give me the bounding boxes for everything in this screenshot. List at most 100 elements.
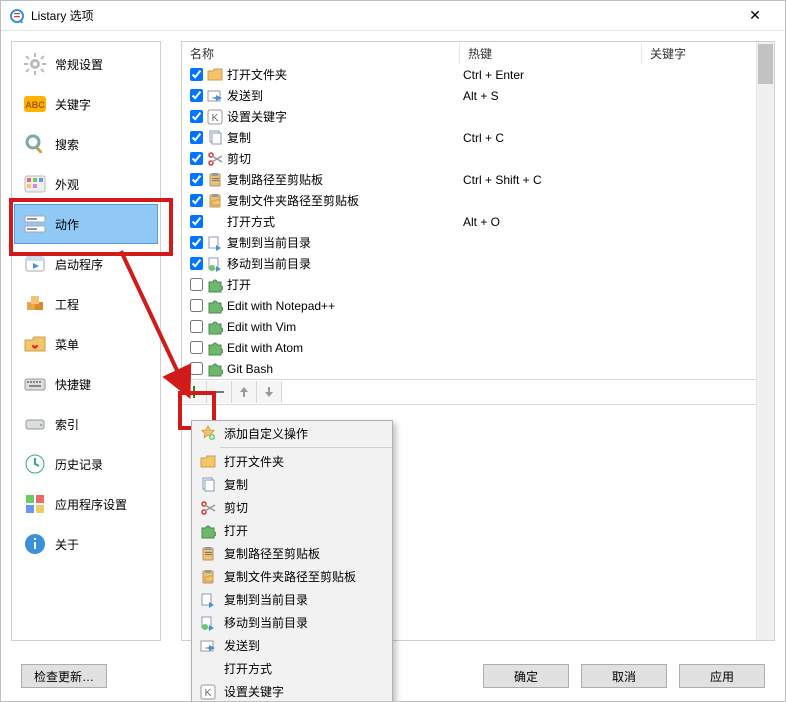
sidebar: 常规设置关键字搜索外观动作启动程序工程菜单快捷键索引历史记录应用程序设置关于 <box>11 41 161 641</box>
action-row[interactable]: 复制文件夹路径至剪贴板 <box>182 190 774 211</box>
popup-item[interactable]: 发送到 <box>192 634 392 657</box>
action-row[interactable]: 设置关键字 <box>182 106 774 127</box>
row-name: 复制文件夹路径至剪贴板 <box>227 192 463 209</box>
popup-item[interactable]: 复制到当前目录 <box>192 588 392 611</box>
popup-item[interactable]: 打开文件夹 <box>192 450 392 473</box>
row-name: 设置关键字 <box>227 108 463 125</box>
magnifier-icon <box>23 132 47 156</box>
row-checkbox[interactable] <box>190 89 203 102</box>
check-update-button[interactable]: 检查更新… <box>21 664 107 688</box>
action-row[interactable]: 发送到 Alt + S <box>182 85 774 106</box>
scrollbar-thumb[interactable] <box>758 44 773 84</box>
cancel-button[interactable]: 取消 <box>581 664 667 688</box>
palette-icon <box>23 172 47 196</box>
action-row[interactable]: 打开方式 Alt + O <box>182 211 774 232</box>
popup-item[interactable]: 打开方式 <box>192 657 392 680</box>
puzzle-icon <box>207 319 223 335</box>
sidebar-item-label: 搜索 <box>55 136 79 153</box>
clipboard-folder-icon <box>200 569 216 585</box>
row-checkbox[interactable] <box>190 173 203 186</box>
sidebar-item-2[interactable]: 搜索 <box>14 124 158 164</box>
sidebar-item-3[interactable]: 外观 <box>14 164 158 204</box>
clipboard-folder-icon <box>207 193 223 209</box>
add-action-popup: 添加自定义操作打开文件夹复制剪切打开复制路径至剪贴板复制文件夹路径至剪贴板复制到… <box>191 420 393 702</box>
sidebar-item-12[interactable]: 关于 <box>14 524 158 564</box>
keyboard-icon <box>23 372 47 396</box>
popup-item[interactable]: 打开 <box>192 519 392 542</box>
vertical-scrollbar[interactable] <box>756 42 774 640</box>
sidebar-item-label: 动作 <box>55 216 79 233</box>
scissors-icon <box>200 500 216 516</box>
launcher-icon <box>23 252 47 276</box>
move-to-icon <box>207 256 223 272</box>
row-checkbox[interactable] <box>190 362 203 375</box>
puzzle-icon <box>207 277 223 293</box>
popup-item[interactable]: 移动到当前目录 <box>192 611 392 634</box>
action-list: 打开文件夹 Ctrl + Enter 发送到 Alt + S 设置关键字 复制 … <box>182 64 774 379</box>
row-name: Git Bash <box>227 362 463 376</box>
popup-heading[interactable]: 添加自定义操作 <box>192 421 392 445</box>
list-toolbar <box>182 379 774 405</box>
sidebar-item-1[interactable]: 关键字 <box>14 84 158 124</box>
popup-item[interactable]: 复制路径至剪贴板 <box>192 542 392 565</box>
col-hotkey[interactable]: 热键 <box>460 43 642 64</box>
clipboard-path-icon <box>200 546 216 562</box>
sidebar-item-5[interactable]: 启动程序 <box>14 244 158 284</box>
action-row[interactable]: 剪切 <box>182 148 774 169</box>
row-checkbox[interactable] <box>190 257 203 270</box>
folder-icon <box>207 67 223 83</box>
row-checkbox[interactable] <box>190 131 203 144</box>
row-checkbox[interactable] <box>190 194 203 207</box>
action-row[interactable]: Edit with Notepad++ <box>182 295 774 316</box>
sidebar-item-8[interactable]: 快捷键 <box>14 364 158 404</box>
popup-item[interactable]: 复制文件夹路径至剪贴板 <box>192 565 392 588</box>
sidebar-item-6[interactable]: 工程 <box>14 284 158 324</box>
sidebar-item-11[interactable]: 应用程序设置 <box>14 484 158 524</box>
action-row[interactable]: 复制路径至剪贴板 Ctrl + Shift + C <box>182 169 774 190</box>
popup-item[interactable]: 设置关键字 <box>192 680 392 702</box>
action-row[interactable]: 打开 <box>182 274 774 295</box>
sidebar-item-10[interactable]: 历史记录 <box>14 444 158 484</box>
sidebar-item-4[interactable]: 动作 <box>14 204 158 244</box>
remove-button[interactable] <box>207 381 232 403</box>
action-row[interactable]: 打开文件夹 Ctrl + Enter <box>182 64 774 85</box>
sidebar-item-0[interactable]: 常规设置 <box>14 44 158 84</box>
row-checkbox[interactable] <box>190 110 203 123</box>
popup-item[interactable]: 剪切 <box>192 496 392 519</box>
move-up-button[interactable] <box>232 381 257 403</box>
ok-button[interactable]: 确定 <box>483 664 569 688</box>
col-name[interactable]: 名称 <box>182 43 460 64</box>
row-checkbox[interactable] <box>190 320 203 333</box>
row-checkbox[interactable] <box>190 341 203 354</box>
row-checkbox[interactable] <box>190 236 203 249</box>
row-name: 打开 <box>227 276 463 293</box>
action-row[interactable]: Edit with Vim <box>182 316 774 337</box>
row-checkbox[interactable] <box>190 68 203 81</box>
action-row[interactable]: 复制到当前目录 <box>182 232 774 253</box>
row-name: 移动到当前目录 <box>227 255 463 272</box>
add-button[interactable] <box>182 381 207 403</box>
col-keyword[interactable]: 关键字 <box>642 43 774 64</box>
action-row[interactable]: 移动到当前目录 <box>182 253 774 274</box>
action-row[interactable]: 复制 Ctrl + C <box>182 127 774 148</box>
action-row[interactable]: Edit with Atom <box>182 337 774 358</box>
move-down-button[interactable] <box>257 381 282 403</box>
row-name: 复制到当前目录 <box>227 234 463 251</box>
apply-button[interactable]: 应用 <box>679 664 765 688</box>
row-checkbox[interactable] <box>190 299 203 312</box>
actions-icon <box>23 212 47 236</box>
copy-icon <box>200 477 216 493</box>
sidebar-item-label: 工程 <box>55 296 79 313</box>
popup-item[interactable]: 复制 <box>192 473 392 496</box>
sidebar-item-label: 历史记录 <box>55 456 103 473</box>
row-name: 复制 <box>227 129 463 146</box>
action-row[interactable]: Git Bash <box>182 358 774 379</box>
sidebar-item-7[interactable]: 菜单 <box>14 324 158 364</box>
window-close-button[interactable]: ✕ <box>733 1 777 31</box>
popup-item-label: 复制 <box>224 476 248 493</box>
row-checkbox[interactable] <box>190 152 203 165</box>
row-checkbox[interactable] <box>190 215 203 228</box>
sidebar-item-9[interactable]: 索引 <box>14 404 158 444</box>
titlebar: Listary 选项 ✕ <box>1 1 785 31</box>
row-checkbox[interactable] <box>190 278 203 291</box>
